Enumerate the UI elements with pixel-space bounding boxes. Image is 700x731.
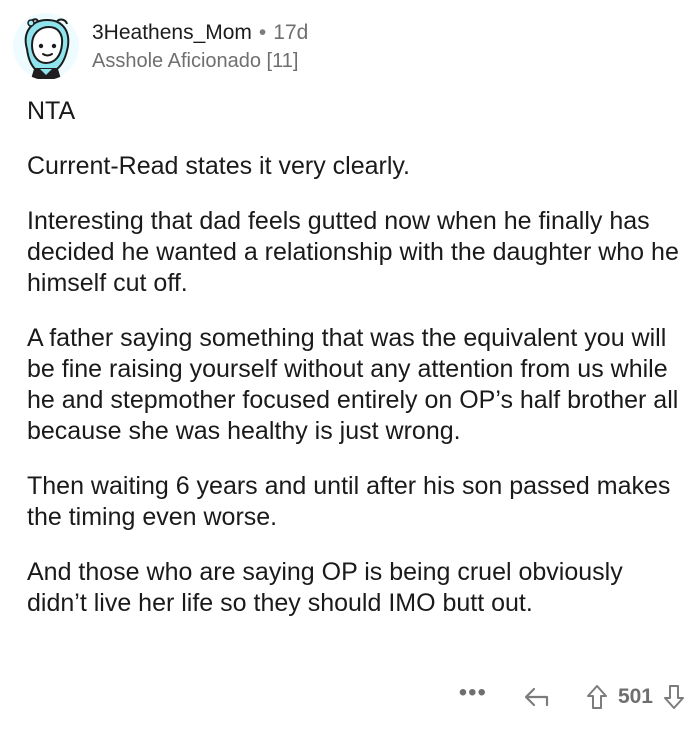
comment-paragraph-6: And those who are saying OP is being cru… <box>27 558 623 617</box>
downvote-icon[interactable] <box>662 683 686 711</box>
comment-header: 3Heathens_Mom • 17d Asshole Aficionado [… <box>12 10 308 82</box>
vote-count: 501 <box>617 685 653 708</box>
comment-card: 3Heathens_Mom • 17d Asshole Aficionado [… <box>0 0 700 731</box>
comment-paragraph-4: A father saying something that was the e… <box>27 324 679 445</box>
meta-separator: • <box>258 20 267 44</box>
comment-body: NTA Current-Read states it very clearly.… <box>27 96 687 643</box>
meta-top-row: 3Heathens_Mom • 17d <box>92 20 308 46</box>
username-link[interactable]: 3Heathens_Mom <box>92 20 252 46</box>
reply-icon[interactable] <box>523 685 551 709</box>
comment-paragraph-1: NTA <box>27 97 76 125</box>
user-flair: Asshole Aficionado [11] <box>92 49 299 72</box>
upvote-icon[interactable] <box>585 683 609 711</box>
comment-paragraph-2: Current-Read states it very clearly. <box>27 152 410 180</box>
comment-actions: ••• 501 <box>459 680 686 714</box>
comment-meta: 3Heathens_Mom • 17d Asshole Aficionado [… <box>92 20 308 73</box>
more-options-button[interactable]: ••• <box>459 681 487 705</box>
comment-paragraph-5: Then waiting 6 years and until after his… <box>27 472 671 531</box>
comment-paragraph-3: Interesting that dad feels gutted now wh… <box>27 207 679 297</box>
user-avatar[interactable] <box>12 12 80 80</box>
comment-age: 17d <box>273 20 309 44</box>
